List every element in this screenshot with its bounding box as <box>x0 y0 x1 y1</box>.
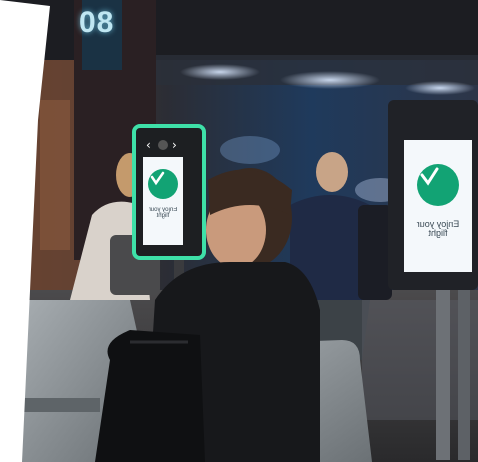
kiosk-screen: Enjoy your flight <box>143 157 183 245</box>
large-screen: Enjoy your flight <box>404 140 472 272</box>
large-screen-text: Enjoy your flight <box>416 219 460 239</box>
check-icon <box>148 169 178 199</box>
gate-number-sign: 08 <box>79 6 115 39</box>
kiosk-screen-text: Enjoy your flight <box>148 207 178 220</box>
check-icon <box>417 164 459 206</box>
chevron-left-icon: ‹ <box>146 138 151 152</box>
chevron-right-icon: › <box>172 138 177 152</box>
airport-biometric-gate-photo: 08 Enjoy your flight ‹ › Enjoy your flig… <box>0 0 478 462</box>
